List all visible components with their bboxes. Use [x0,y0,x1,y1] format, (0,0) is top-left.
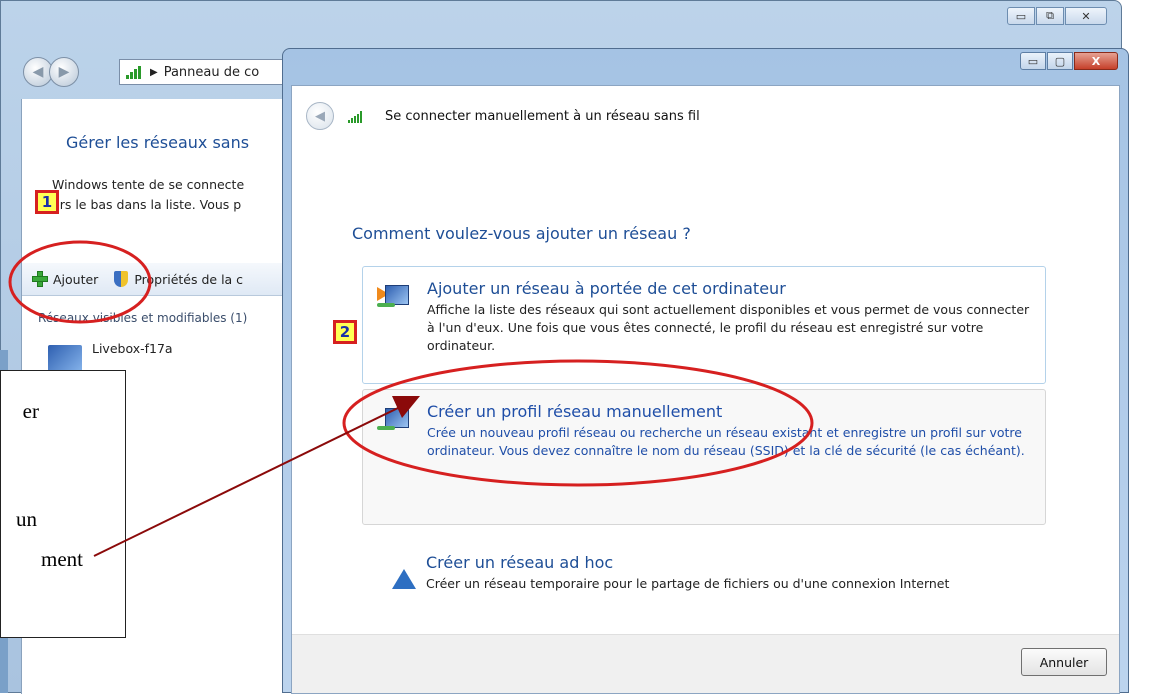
background-caption-buttons: ▭ ⧉ ✕ [1007,7,1107,25]
wireless-signal-icon [348,110,363,123]
description-line-1: Windows tente de se connecte [52,177,245,192]
shield-icon [114,271,129,287]
step-badge-2: 2 [333,320,357,344]
manage-networks-description: Windows tente de se connecte ers le bas … [52,175,244,215]
dialog-close-button[interactable]: X [1074,52,1118,70]
option-create-profile-title: Créer un profil réseau manuellement [427,402,723,421]
wireless-signal-icon [126,65,142,79]
option-adhoc-description: Créer un réseau temporaire pour le parta… [426,576,950,591]
add-network-in-range-icon [377,283,413,311]
cancel-button[interactable]: Annuler [1021,648,1107,676]
add-button-label: Ajouter [53,271,99,287]
properties-button-label: Propriétés de la c [134,271,244,287]
address-bar[interactable]: ▶ Panneau de co [119,59,299,85]
dialog-caption-buttons: ▭ ▢ X [1020,52,1118,70]
dialog-back-arrow-icon[interactable]: ◀ [306,102,334,130]
dialog-maximize-button[interactable]: ▢ [1047,52,1073,70]
dialog-header: ◀ Se connecter manuellement à un réseau … [292,86,1119,146]
callout-line-2: un [16,507,37,531]
dialog-minimize-button[interactable]: ▭ [1020,52,1046,70]
adhoc-network-icon [376,557,416,589]
green-plus-icon [32,271,48,287]
callout-line-1: er [22,399,39,423]
background-minimize-button[interactable]: ▭ [1007,7,1035,25]
dialog-body: ◀ Se connecter manuellement à un réseau … [291,85,1120,694]
dialog-footer: Annuler [292,634,1119,693]
dialog-title: Se connecter manuellement à un réseau sa… [385,108,700,124]
option-create-profile-manually[interactable]: Créer un profil réseau manuellement Crée… [362,389,1046,525]
option-add-network-description: Affiche la liste des réseaux qui sont ac… [427,302,1030,353]
annotation-callout-box: er un ment [0,370,126,638]
option-add-network-title: Ajouter un réseau à portée de cet ordina… [427,279,786,298]
connect-manually-dialog: ▭ ▢ X ◀ Se connecter manuellement à un r… [282,48,1129,694]
option-add-network-in-range[interactable]: Ajouter un réseau à portée de cet ordina… [362,266,1046,384]
add-button[interactable]: Ajouter [32,271,98,287]
address-text: Panneau de co [163,64,260,80]
background-toolbar: Ajouter Propriétés de la c [22,263,302,296]
background-maximize-button[interactable]: ⧉ [1036,7,1064,25]
option-create-adhoc-network[interactable]: Créer un réseau ad hoc Créer un réseau t… [362,541,1046,621]
properties-button[interactable]: Propriétés de la c [114,271,243,287]
create-profile-icon [377,406,413,434]
add-network-question: Comment voulez-vous ajouter un réseau ? [352,224,691,243]
manage-networks-title: Gérer les réseaux sans [66,133,250,152]
description-line-2: ers le bas dans la liste. Vous p [52,197,242,212]
step-badge-1: 1 [35,190,59,214]
visible-networks-section-label: Réseaux visibles et modifiables (1) [38,311,248,325]
callout-line-3: ment [41,547,83,571]
option-create-profile-description: Crée un nouveau profil réseau ou recherc… [427,425,1025,458]
forward-arrow-icon[interactable]: ▶ [49,57,79,87]
background-close-button[interactable]: ✕ [1065,7,1107,25]
breadcrumb-arrow-icon: ▶ [150,66,158,78]
background-nav-buttons: ◀ ▶ [23,57,79,87]
option-adhoc-title: Créer un réseau ad hoc [426,553,614,572]
